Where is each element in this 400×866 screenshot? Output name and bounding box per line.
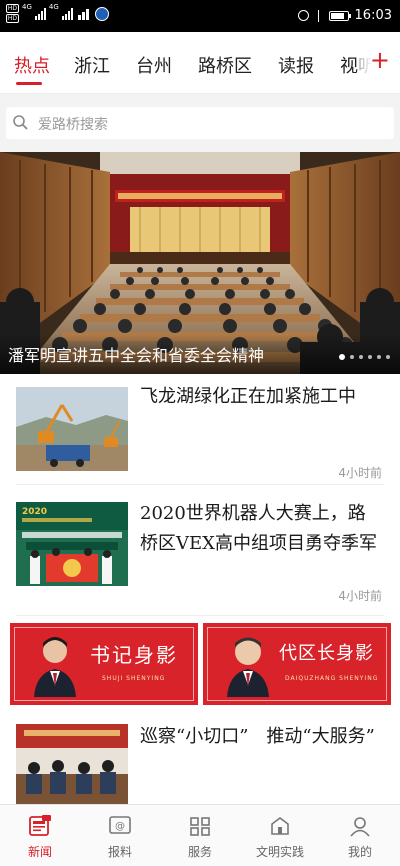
news-item[interactable]: 飞龙湖绿化正在加紧施工中 4小时前 (0, 374, 400, 484)
active-tab-indicator (16, 82, 42, 85)
hero-carousel[interactable]: 潘军明宣讲五中全会和省委全会精神 (0, 152, 400, 374)
excavator-photo-icon (16, 387, 128, 471)
search-input[interactable]: 爱路桥搜索 (6, 107, 394, 139)
channel-tabs: 热点 浙江 台州 路桥区 读报 视听 + (0, 32, 400, 94)
sim1-signal: HD HD (6, 4, 19, 23)
battery-icon (328, 10, 351, 21)
meeting-photo-icon (16, 724, 128, 808)
sim1-badge: HD (6, 4, 19, 13)
status-bar: HD HD 4G 4G 16:03 (0, 0, 400, 32)
news-time: 4小时前 (338, 466, 382, 480)
news-thumbnail: 2020 (16, 502, 128, 586)
carousel-indicator (339, 354, 390, 360)
carousel-dot (359, 355, 363, 359)
add-channel-button[interactable]: + (358, 32, 400, 93)
carousel-dot (386, 355, 390, 359)
newspaper-icon (29, 815, 51, 836)
nav-news[interactable]: 新闻 (0, 805, 80, 866)
robot-contest-photo-icon: 2020 (16, 502, 128, 586)
nav-report-label: 报料 (107, 845, 132, 859)
nav-news-label: 新闻 (27, 845, 52, 859)
carousel-dot (377, 355, 381, 359)
plus-icon: + (369, 46, 390, 74)
wifi-icon (77, 8, 89, 20)
profile-icon (350, 817, 370, 837)
nav-profile-label: 我的 (347, 845, 372, 859)
carousel-dot (339, 354, 345, 360)
news-thumbnail (16, 387, 128, 471)
clock: 16:03 (354, 8, 392, 23)
banner-subtitle: DAIQUZHANG SHENYING (285, 675, 379, 682)
search-icon (13, 115, 28, 130)
carousel-dot (368, 355, 372, 359)
service-icon (190, 817, 210, 836)
hero-title[interactable]: 潘军明宣讲五中全会和省委全会精神 (8, 342, 264, 366)
banner-title: 代区长身影 (279, 643, 374, 664)
deputy-mayor-banner[interactable]: 代区长身影 DAIQUZHANG SHENYING (203, 623, 391, 705)
news-thumbnail (16, 724, 128, 808)
tab-hot[interactable]: 热点 (14, 52, 50, 78)
nav-civilization-label: 文明实践 (255, 845, 304, 859)
portrait-icon (221, 629, 275, 697)
nav-profile[interactable]: 我的 (320, 805, 400, 866)
app-notification-icon (94, 6, 109, 21)
alarm-icon (297, 10, 309, 21)
news-title: 飞龙湖绿化正在加紧施工中 (140, 386, 356, 407)
tab-taizhou[interactable]: 台州 (136, 52, 172, 78)
tab-zhejiang[interactable]: 浙江 (74, 52, 110, 78)
nav-service[interactable]: 服务 (160, 805, 240, 866)
signal-icon-2 (61, 7, 73, 20)
banner-title: 书记身影 (90, 643, 178, 667)
banner-subtitle: SHUJI SHENYING (102, 675, 166, 682)
report-icon: @ (109, 816, 131, 834)
civilization-icon (271, 817, 289, 835)
signal-icon (34, 7, 46, 20)
search-placeholder: 爱路桥搜索 (38, 117, 108, 133)
bluetooth-icon (315, 9, 323, 22)
svg-text:@: @ (115, 821, 125, 832)
news-item[interactable]: 2020 2020世界机器人大赛上，路桥区VEX高中组项目勇夺季军 4小时前 (0, 485, 400, 615)
news-item[interactable]: 巡察“小切口” 推动“大服务” (0, 712, 400, 808)
secretary-banner[interactable]: 书记身影 SHUJI SHENYING (10, 623, 198, 705)
network-type-2: 4G (48, 3, 59, 11)
portrait-icon (28, 629, 82, 697)
bottom-navigation: 新闻 @ 报料 服务 文明实践 我的 (0, 804, 400, 866)
tab-luqiao[interactable]: 路桥区 (198, 52, 252, 78)
nav-civilization[interactable]: 文明实践 (240, 805, 320, 866)
carousel-dot (350, 355, 354, 359)
nav-report[interactable]: @ 报料 (80, 805, 160, 866)
news-title: 巡察“小切口” 推动“大服务” (140, 726, 375, 747)
network-type-1: 4G (22, 3, 32, 11)
sim2-badge: HD (6, 14, 19, 23)
nav-service-label: 服务 (187, 845, 212, 859)
news-time: 4小时前 (338, 589, 382, 603)
news-title: 2020世界机器人大赛上，路桥区VEX高中组项目勇夺季军 (140, 503, 377, 554)
thumb-year: 2020 (22, 507, 47, 517)
divider (16, 615, 384, 616)
search-bar: 爱路桥搜索 (0, 94, 400, 152)
tab-newspaper[interactable]: 读报 (278, 52, 314, 78)
